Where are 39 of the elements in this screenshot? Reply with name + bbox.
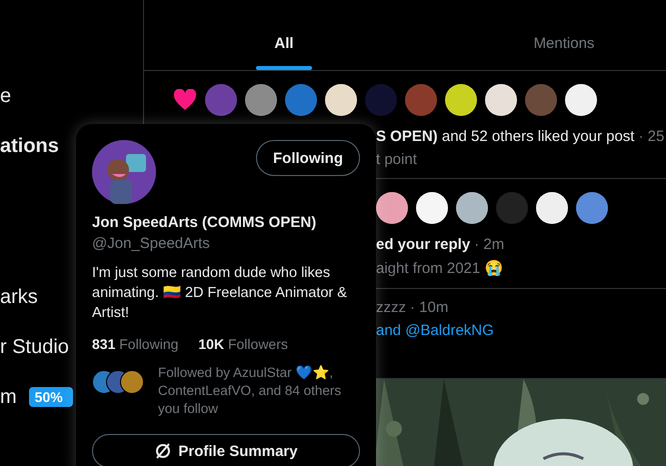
mention-link[interactable]: and @BaldrekNG bbox=[376, 322, 666, 339]
nav-item[interactable]: ations bbox=[0, 134, 59, 158]
avatar[interactable] bbox=[245, 84, 277, 116]
slashed-circle-icon bbox=[154, 442, 172, 460]
tab[interactable]: All bbox=[144, 0, 424, 70]
avatar[interactable] bbox=[565, 84, 597, 116]
avatar[interactable] bbox=[536, 192, 568, 224]
following-button[interactable]: Following bbox=[256, 140, 360, 176]
nav-item[interactable]: r Studio bbox=[0, 336, 69, 358]
notification-text: ed your reply bbox=[376, 236, 470, 253]
avatar[interactable] bbox=[456, 192, 488, 224]
post-snippet: t point bbox=[376, 151, 418, 168]
heart-icon bbox=[173, 89, 197, 111]
followed-by-text: Followed by AzuulStar 💙⭐, ContentLeafVO, and 84 others you follow bbox=[157, 364, 342, 418]
profile-summary-button[interactable]: Profile Summary bbox=[92, 434, 360, 466]
nav-item[interactable]: m bbox=[0, 386, 17, 408]
tab-underline bbox=[256, 66, 312, 70]
avatar[interactable] bbox=[376, 192, 408, 224]
profile-stat[interactable]: 831 Following bbox=[92, 336, 178, 352]
tab[interactable]: Mentions bbox=[424, 0, 666, 70]
avatar[interactable] bbox=[416, 192, 448, 224]
user-handle: @Jon_SpeedArts bbox=[92, 235, 211, 252]
avatar[interactable] bbox=[485, 84, 517, 116]
timestamp: · 25 bbox=[638, 128, 664, 145]
display-name[interactable]: Jon SpeedArts (COMMS OPEN) bbox=[92, 214, 360, 231]
discount-badge: 50% bbox=[28, 387, 73, 407]
post-snippet: aight from 2021 😭 bbox=[376, 259, 504, 277]
timestamp: · 2m bbox=[474, 236, 504, 253]
avatar[interactable] bbox=[325, 84, 357, 116]
avatar[interactable] bbox=[445, 84, 477, 116]
nav-item[interactable]: arks bbox=[0, 286, 38, 308]
profile-avatar[interactable] bbox=[92, 140, 156, 204]
profile-bio: I'm just some random dude who likes animating. 🇨🇴 2D Freelance Animator & Artist! bbox=[92, 264, 348, 323]
avatar[interactable] bbox=[576, 192, 608, 224]
notification-text: S OPEN) and 52 others liked your post bbox=[376, 128, 634, 145]
username: zzzz bbox=[376, 299, 406, 316]
profile-stat[interactable]: 10K Followers bbox=[198, 336, 288, 352]
timestamp: · 10m bbox=[410, 299, 448, 316]
nav-item[interactable]: e bbox=[0, 84, 12, 108]
